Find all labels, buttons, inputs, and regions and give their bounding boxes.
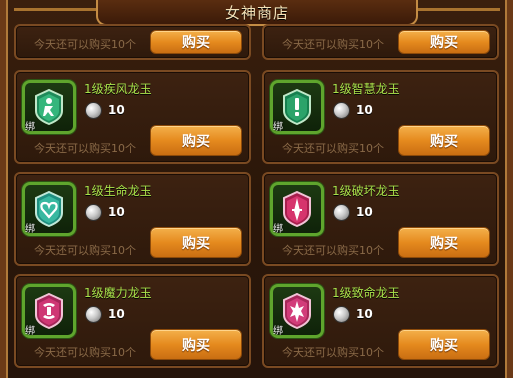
item-name: 1级魔力龙玉	[84, 286, 152, 300]
item-icon-frame[interactable]: 绑	[22, 284, 76, 338]
item-price: 10	[356, 103, 373, 117]
silver-coin-icon	[334, 307, 349, 322]
shop-item-card: 绑 1级破坏龙玉 10 今天还可以购买10个 购买	[262, 172, 499, 266]
wisdom-dragon-jade-icon	[283, 89, 311, 125]
shop-item-card: 绑 1级智慧龙玉 10 今天还可以购买10个 购买	[262, 70, 499, 164]
shop-item-card: 绑 1级魔力龙玉 10 今天还可以购买10个 购买	[14, 274, 251, 368]
buy-button[interactable]: 购买	[150, 30, 242, 54]
shop-item-card: 绑 1级疾风龙玉 10 今天还可以购买10个 购买	[14, 70, 251, 164]
title-decoration-left	[14, 8, 96, 11]
silver-coin-icon	[334, 205, 349, 220]
wind-dragon-jade-icon	[35, 89, 63, 125]
item-name: 1级破坏龙玉	[332, 184, 400, 198]
destruction-dragon-jade-icon	[283, 191, 311, 227]
buy-button[interactable]: 购买	[150, 227, 242, 258]
lethal-dragon-jade-icon	[283, 293, 311, 329]
buy-button[interactable]: 购买	[398, 227, 490, 258]
purchase-limit-text: 今天还可以购买10个	[34, 142, 136, 155]
bind-tag: 绑	[273, 224, 283, 235]
silver-coin-icon	[86, 205, 101, 220]
item-price: 10	[356, 205, 373, 219]
purchase-limit-text: 今天还可以购买10个	[282, 244, 384, 257]
item-name: 1级生命龙玉	[84, 184, 152, 198]
purchase-limit-text: 今天还可以购买10个	[34, 38, 136, 51]
item-price: 10	[108, 205, 125, 219]
bind-tag: 绑	[25, 224, 35, 235]
item-icon-frame[interactable]: 绑	[22, 182, 76, 236]
item-price: 10	[108, 307, 125, 321]
bind-tag: 绑	[25, 122, 35, 133]
life-dragon-jade-icon	[35, 191, 63, 227]
magic-dragon-jade-icon	[35, 293, 63, 329]
shop-item-card: 今天还可以购买10个 购买	[14, 24, 251, 60]
shop-item-card: 绑 1级生命龙玉 10 今天还可以购买10个 购买	[14, 172, 251, 266]
purchase-limit-text: 今天还可以购买10个	[34, 244, 136, 257]
bind-tag: 绑	[273, 326, 283, 337]
purchase-limit-text: 今天还可以购买10个	[34, 346, 136, 359]
buy-button[interactable]: 购买	[150, 329, 242, 360]
buy-button[interactable]: 购买	[398, 329, 490, 360]
bind-tag: 绑	[25, 326, 35, 337]
item-name: 1级致命龙玉	[332, 286, 400, 300]
silver-coin-icon	[334, 103, 349, 118]
purchase-limit-text: 今天还可以购买10个	[282, 38, 384, 51]
item-icon-frame[interactable]: 绑	[270, 80, 324, 134]
title-decoration-right	[418, 8, 500, 11]
silver-coin-icon	[86, 103, 101, 118]
purchase-limit-text: 今天还可以购买10个	[282, 142, 384, 155]
bind-tag: 绑	[273, 122, 283, 133]
purchase-limit-text: 今天还可以购买10个	[282, 346, 384, 359]
buy-button[interactable]: 购买	[150, 125, 242, 156]
item-icon-frame[interactable]: 绑	[270, 182, 324, 236]
buy-button[interactable]: 购买	[398, 125, 490, 156]
item-icon-frame[interactable]: 绑	[22, 80, 76, 134]
shop-item-card: 绑 1级致命龙玉 10 今天还可以购买10个 购买	[262, 274, 499, 368]
item-name: 1级疾风龙玉	[84, 82, 152, 96]
item-name: 1级智慧龙玉	[332, 82, 400, 96]
item-price: 10	[356, 307, 373, 321]
shop-item-card: 今天还可以购买10个 购买	[262, 24, 499, 60]
buy-button[interactable]: 购买	[398, 30, 490, 54]
title-bar: 女神商店	[96, 0, 418, 26]
shop-title: 女神商店	[224, 3, 289, 22]
item-price: 10	[108, 103, 125, 117]
item-icon-frame[interactable]: 绑	[270, 284, 324, 338]
silver-coin-icon	[86, 307, 101, 322]
